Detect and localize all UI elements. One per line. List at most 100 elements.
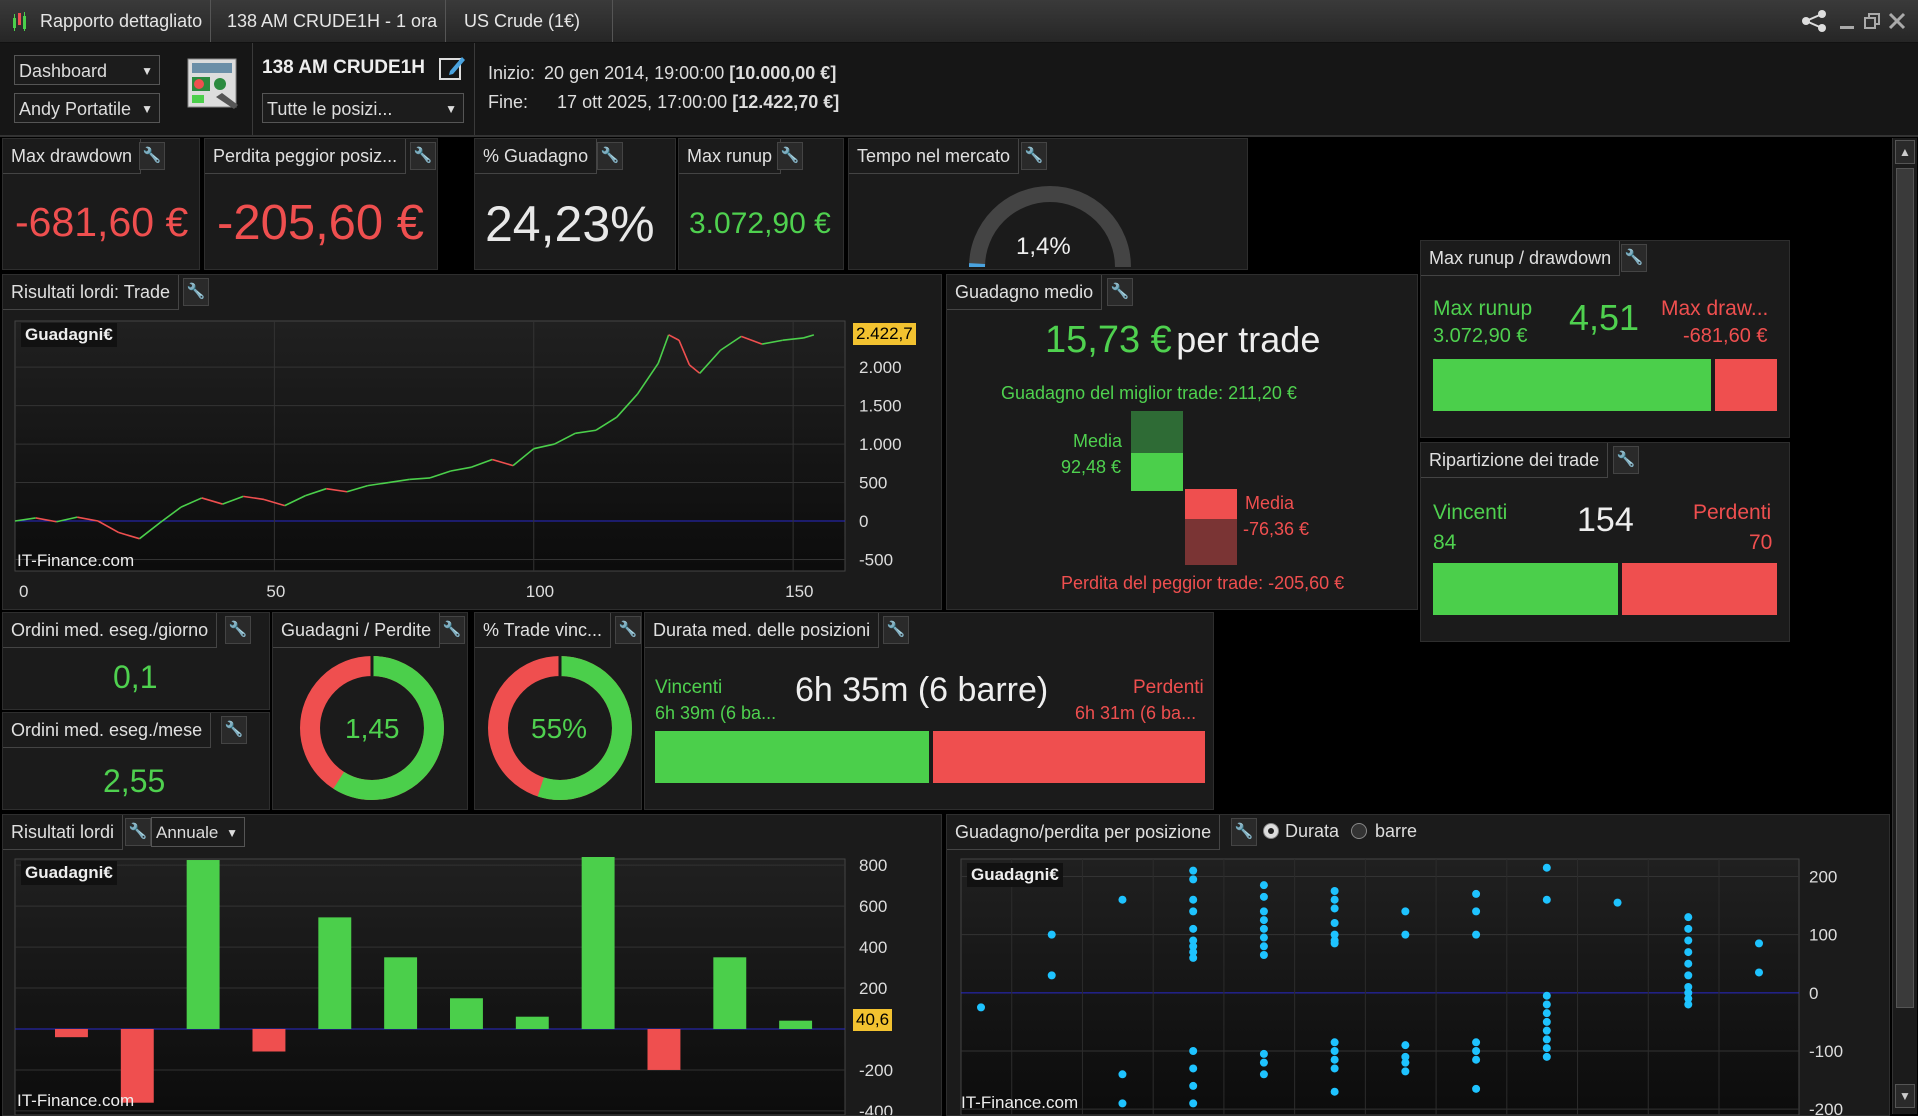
scatter-point [1472, 907, 1481, 916]
chevron-down-icon: ▼ [226, 826, 238, 840]
tab-instrument[interactable]: US Crude (1€) [456, 0, 613, 42]
max-drawdown-value: -681,60 € [15, 199, 189, 245]
annual-bar [384, 957, 418, 1029]
wrench-icon[interactable]: 🔧 [225, 616, 251, 644]
account-select[interactable]: Andy Portatile ▼ [14, 93, 160, 123]
panel-title: Perdita peggior posiz... [205, 139, 407, 174]
wrench-icon[interactable]: 🔧 [883, 616, 909, 644]
header-divider [474, 43, 475, 135]
duration-loss-label: Perdenti [1133, 677, 1204, 698]
scatter-point [1330, 904, 1339, 913]
chart-watermark: IT-Finance.com [17, 551, 135, 570]
pnl-per-position-panel: Guadagno/perdita per posizione 🔧 Durata … [946, 814, 1890, 1116]
duration-win-bar [655, 731, 929, 783]
wrench-icon[interactable]: 🔧 [777, 142, 803, 170]
dashboard-settings-icon[interactable] [186, 57, 242, 113]
wrench-icon[interactable]: 🔧 [125, 818, 151, 846]
annual-bar-chart: 800 600 400 200 -200 -400 [14, 857, 893, 1115]
annual-bar [581, 857, 615, 1029]
start-label: Inizio: [488, 63, 536, 83]
avg-gain-value: 15,73 € [1045, 319, 1172, 361]
scatter-point [1047, 971, 1056, 980]
runup-label: Max runup [1433, 297, 1533, 320]
scatter-point [1259, 916, 1268, 925]
wrench-icon[interactable]: 🔧 [1231, 818, 1257, 846]
view-select[interactable]: Dashboard ▼ [14, 55, 160, 85]
radio-duration[interactable] [1263, 823, 1279, 839]
gain-loss-value: 1,45 [345, 713, 400, 744]
scatter-point [1542, 1044, 1551, 1053]
positions-select-value: Tutte le posizi... [267, 99, 393, 119]
y-tick-label: 500 [859, 474, 887, 493]
panel-title: Ordini med. eseg./mese [3, 713, 212, 748]
panel-title: Guadagno/perdita per posizione [947, 815, 1221, 850]
wrench-icon[interactable]: 🔧 [410, 142, 436, 170]
scatter-point [1684, 959, 1693, 968]
best-trade-bar [1131, 411, 1183, 453]
scatter-point [1401, 907, 1410, 916]
tab-report[interactable]: Rapporto dettagliato [32, 0, 212, 42]
wrench-icon[interactable]: 🔧 [1621, 244, 1647, 272]
drawdown-bar [1715, 359, 1777, 411]
tab-system[interactable]: 138 AM CRUDE1H - 1 ora [219, 0, 447, 42]
gain-loss-panel: Guadagni / Perdite 🔧 1,45 [272, 612, 468, 810]
duration-win-value: 6h 39m (6 ba... [655, 703, 777, 723]
wrench-icon[interactable]: 🔧 [221, 716, 247, 744]
avg-loss-value: -76,36 € [1243, 519, 1310, 539]
scatter-point [1542, 991, 1551, 1000]
worst-position-value: -205,60 € [217, 196, 425, 250]
y-tick-label: -100 [1809, 1042, 1843, 1061]
scatter-point [1330, 939, 1339, 948]
equity-chart: 2.000 1.500 1.000 500 0 -500 0 50 100 150 [14, 320, 902, 601]
scatter-point [1259, 1049, 1268, 1058]
panel-title: Tempo nel mercato [849, 139, 1020, 174]
radio-bars[interactable] [1351, 823, 1367, 839]
vertical-scrollbar[interactable]: ▲ ▼ [1892, 138, 1917, 1114]
scatter-point [1542, 863, 1551, 872]
scatter-point [1755, 968, 1763, 977]
wrench-icon[interactable]: 🔧 [1613, 446, 1639, 474]
x-tick-label: 100 [526, 582, 554, 601]
wrench-icon[interactable]: 🔧 [1021, 142, 1047, 170]
scatter-point [1189, 895, 1198, 904]
scatter-point [1330, 1055, 1339, 1064]
positions-select[interactable]: Tutte le posizi... ▼ [262, 93, 464, 123]
restore-icon[interactable] [1864, 13, 1880, 29]
wrench-icon[interactable]: 🔧 [139, 142, 165, 170]
annual-bar [450, 998, 483, 1029]
wrench-icon[interactable]: 🔧 [1107, 278, 1133, 306]
scatter-point [1472, 889, 1481, 898]
panel-title: Max runup [679, 139, 782, 174]
end-date: 17 ott 2025, 17:00:00 [557, 92, 728, 112]
runup-drawdown-panel: Max runup / drawdown 🔧 Max runup 3.072,9… [1420, 240, 1790, 438]
annual-bar [647, 1028, 681, 1070]
wrench-icon[interactable]: 🔧 [597, 142, 623, 170]
radio-duration-label[interactable]: Durata [1285, 821, 1339, 842]
annual-bar [713, 957, 747, 1029]
wrench-icon[interactable]: 🔧 [183, 278, 209, 306]
panel-title: Guadagni / Perdite [273, 613, 441, 648]
radio-bars-label[interactable]: barre [1375, 821, 1417, 842]
scatter-point [1542, 1000, 1551, 1009]
y-tick-label: 1.500 [859, 397, 902, 416]
panel-title: Guadagno medio [947, 275, 1103, 310]
scroll-up-icon[interactable]: ▲ [1895, 140, 1915, 164]
scroll-down-icon[interactable]: ▼ [1895, 1084, 1915, 1108]
wrench-icon[interactable]: 🔧 [615, 616, 641, 644]
y-tick-label: 200 [859, 979, 887, 998]
edit-icon[interactable] [438, 53, 466, 81]
scroll-thumb[interactable] [1896, 168, 1914, 1008]
scatter-point [1472, 1084, 1481, 1093]
close-icon[interactable] [1888, 12, 1906, 30]
start-info: Inizio: 20 gen 2014, 19:00:00 [10.000,00… [488, 63, 836, 84]
x-tick-label: 150 [785, 582, 813, 601]
scatter-point [1330, 895, 1339, 904]
period-select[interactable]: Annuale ▼ [151, 817, 245, 847]
minimize-icon[interactable] [1840, 26, 1854, 29]
chart-watermark: IT-Finance.com [17, 1091, 135, 1110]
scatter-point [977, 1003, 985, 1012]
wrench-icon[interactable]: 🔧 [439, 616, 465, 644]
annual-bar [515, 1016, 549, 1029]
last-value-label: 2.422,7 [853, 322, 916, 345]
share-icon[interactable] [1800, 9, 1830, 33]
